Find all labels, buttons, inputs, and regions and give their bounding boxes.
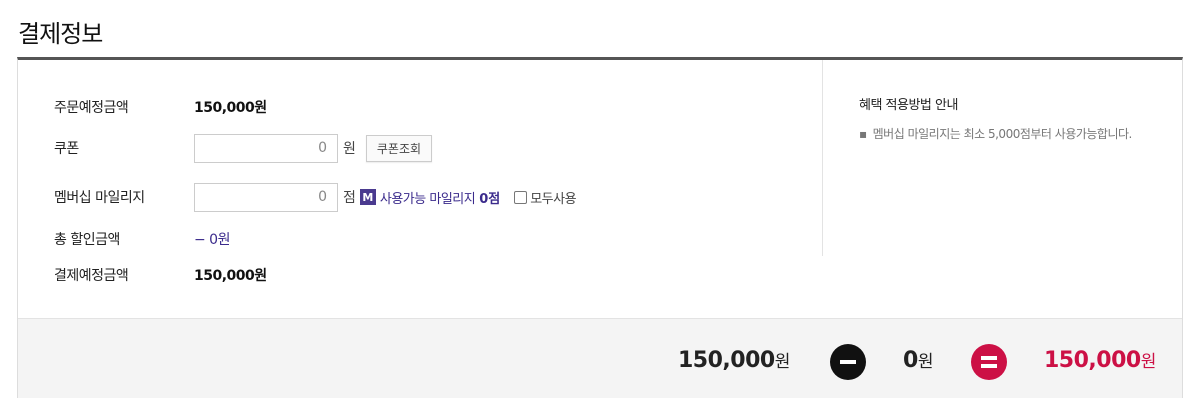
order-amount-value: 150,000원	[194, 100, 267, 116]
available-mileage-label: 사용가능 마일리지	[379, 191, 476, 207]
mileage-input[interactable]	[194, 182, 338, 212]
summary-total-value: 150,000	[1044, 348, 1141, 373]
payment-value: 150,000원	[194, 268, 267, 284]
discount-value: − 0원	[194, 232, 230, 248]
equals-icon	[971, 344, 1007, 380]
summary-discount-value: 0	[903, 348, 918, 373]
minus-icon	[830, 344, 866, 380]
summary-discount-unit: 원	[917, 352, 934, 372]
available-mileage-amount: 0점	[479, 191, 501, 207]
payment-form: 주문예정금액 150,000원 쿠폰 원 쿠폰조회 멤버십 마일리지 점 M 사…	[18, 60, 822, 320]
page-title: 결제정보	[18, 20, 103, 48]
coupon-unit: 원	[343, 141, 356, 157]
summary-order-value: 150,000	[678, 348, 775, 373]
coupon-label: 쿠폰	[54, 141, 79, 157]
payment-label: 결제예정금액	[54, 268, 129, 284]
discount-label: 총 할인금액	[54, 232, 120, 248]
guide-title: 혜택 적용방법 안내	[859, 98, 958, 113]
guide-note: 멤버십 마일리지는 최소 5,000점부터 사용가능합니다.	[859, 125, 1133, 142]
summary-total-unit: 원	[1140, 352, 1157, 372]
payment-info-panel: 주문예정금액 150,000원 쿠폰 원 쿠폰조회 멤버십 마일리지 점 M 사…	[17, 57, 1183, 398]
payment-row: 결제예정금액 150,000원	[54, 262, 267, 288]
mileage-unit: 점	[343, 190, 356, 206]
mileage-row: 멤버십 마일리지 점 M 사용가능 마일리지 0점 모두사용	[54, 182, 577, 212]
coupon-lookup-button[interactable]: 쿠폰조회	[365, 134, 433, 162]
coupon-input[interactable]	[194, 133, 338, 163]
mileage-label: 멤버십 마일리지	[54, 190, 145, 206]
mileage-m-icon: M	[359, 189, 376, 205]
benefit-guide: 혜택 적용방법 안내 멤버십 마일리지는 최소 5,000점부터 사용가능합니다…	[822, 60, 1182, 256]
use-all-label[interactable]: 모두사용	[530, 188, 576, 207]
order-amount-label: 주문예정금액	[54, 100, 129, 116]
summary-discount-amount: 0원	[903, 347, 933, 373]
summary-total-amount: 150,000원	[1044, 347, 1156, 373]
discount-row: 총 할인금액 − 0원	[54, 226, 230, 252]
order-amount-row: 주문예정금액 150,000원	[54, 94, 267, 120]
coupon-row: 쿠폰 원 쿠폰조회	[54, 133, 433, 163]
use-all-checkbox[interactable]	[514, 190, 528, 204]
summary-order-unit: 원	[774, 352, 791, 372]
payment-summary: 150,000원 0원 150,000원	[18, 318, 1182, 398]
summary-order-amount: 150,000원	[678, 347, 790, 373]
